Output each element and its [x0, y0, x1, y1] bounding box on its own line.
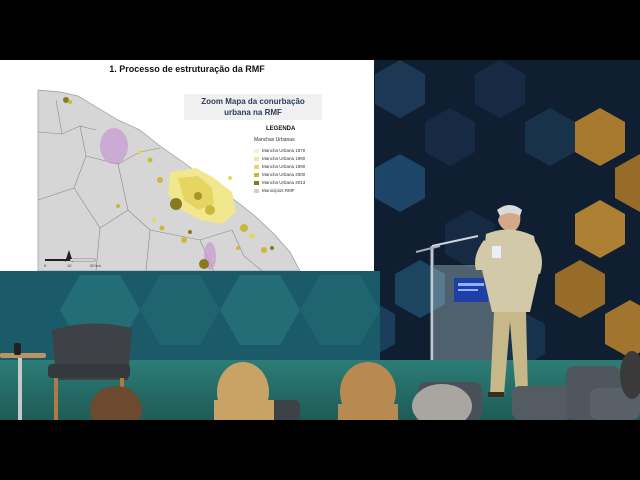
legend-item: Municípios RMF — [254, 188, 295, 194]
slide-title: 1. Processo de estruturação da RMF — [109, 64, 265, 74]
urban-sprawl-map — [37, 88, 374, 271]
legend-label: Mancha Urbana 1980 — [262, 156, 306, 161]
legend-swatch — [254, 156, 259, 161]
legend-item: Mancha Urbana 2013 — [254, 180, 305, 186]
scale-label-20: 20 km — [90, 263, 101, 268]
zoom-title-line2: urbana na RMF — [224, 108, 282, 117]
legend-swatch — [254, 148, 259, 153]
legend-label: Mancha Urbana 1970 — [262, 148, 306, 153]
legend-item: Mancha Urbana 1970 — [254, 148, 305, 154]
zoom-title: Zoom Mapa da conurbação urbana na RMF — [184, 96, 322, 118]
letterbox-top — [0, 0, 640, 60]
presentation-slide: 1. Processo de estruturação da RMF Zoom … — [0, 60, 374, 271]
conference-scene: 1. Processo de estruturação da RMF Zoom … — [0, 60, 640, 420]
legend-label: Mancha Urbana 2013 — [262, 180, 306, 185]
legend-swatch — [254, 172, 259, 177]
legend-item: Mancha Urbana 1980 — [254, 156, 305, 162]
legend-swatch — [254, 188, 259, 193]
letterbox-bottom — [0, 420, 640, 480]
scale-label-0: 0 — [44, 263, 47, 268]
legend-subtitle: Manchas Urbanas — [254, 137, 295, 143]
legend-title: LEGENDA — [266, 126, 296, 132]
scale-label-10: 10 — [67, 263, 72, 268]
legend-label: Mancha Urbana 2000 — [262, 172, 306, 177]
legend-item: Mancha Urbana 1990 — [254, 164, 305, 170]
zoom-title-line1: Zoom Mapa da conurbação — [201, 97, 305, 106]
legend-label: Mancha Urbana 1990 — [262, 164, 306, 169]
legend-swatch — [254, 164, 259, 169]
legend-item: Mancha Urbana 2000 — [254, 172, 305, 178]
legend-swatch — [254, 180, 259, 185]
legend-label: Municípios RMF — [262, 188, 295, 193]
video-frame: 1. Processo de estruturação da RMF Zoom … — [0, 0, 640, 480]
